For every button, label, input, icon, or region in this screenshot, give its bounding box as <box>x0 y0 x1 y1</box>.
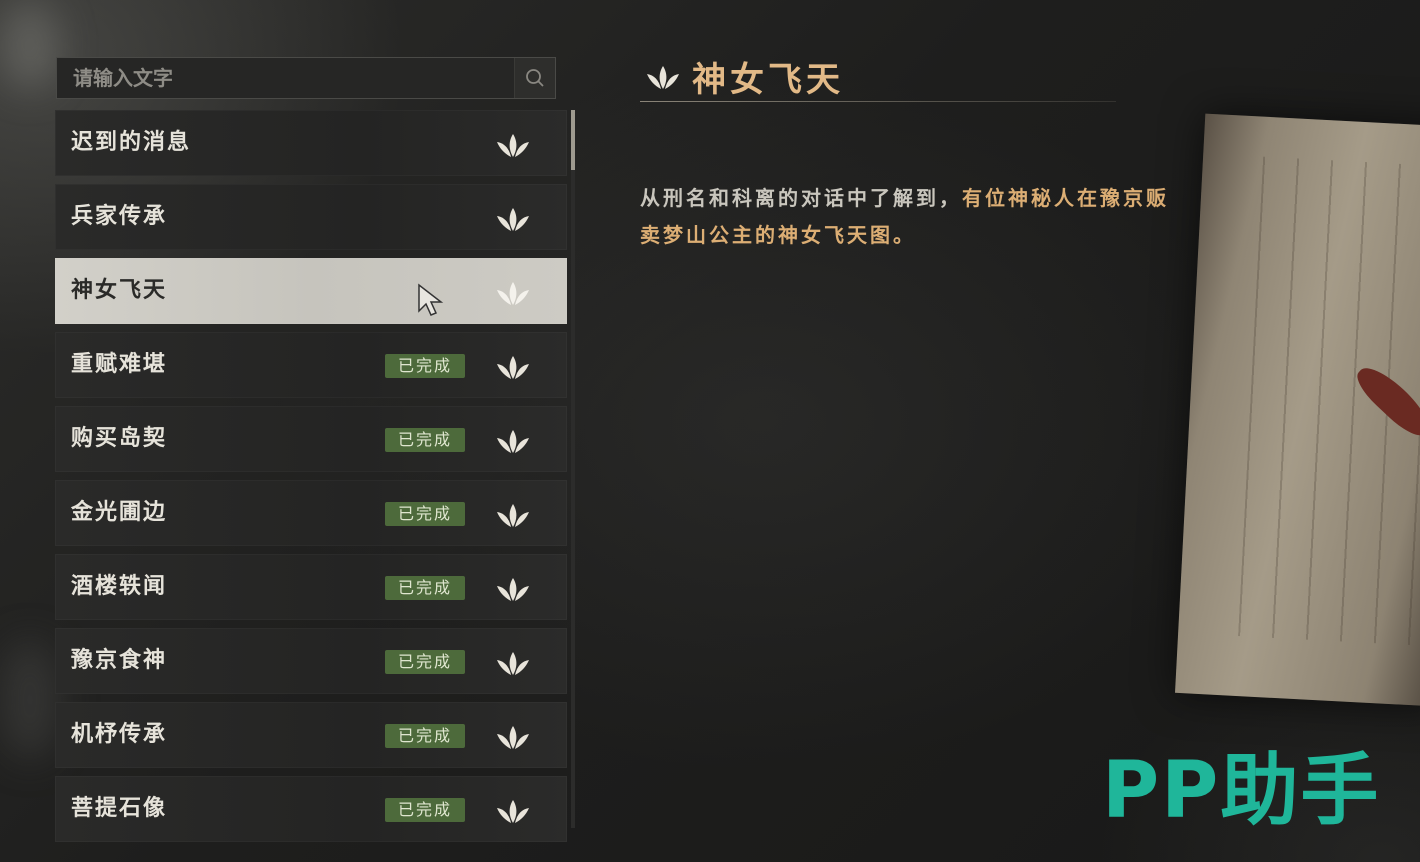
quest-name: 购买岛契 <box>71 426 168 451</box>
completed-badge: 已完成 <box>385 724 465 748</box>
quest-name: 兵家传承 <box>71 204 168 229</box>
quest-item[interactable]: 金光圃边 已完成 <box>55 480 567 546</box>
lotus-leaf-icon <box>497 726 529 749</box>
quest-name: 金光圃边 <box>71 500 168 525</box>
ink-smudge <box>0 640 60 760</box>
lotus-leaf-icon <box>647 65 679 89</box>
search-button[interactable] <box>514 58 555 98</box>
quest-icon <box>495 796 531 830</box>
book-illustration <box>1175 113 1420 707</box>
completed-badge: 已完成 <box>385 428 465 452</box>
lotus-leaf-icon <box>497 430 529 453</box>
detail-title: 神女飞天 <box>692 60 844 100</box>
detail-description: 从刑名和科离的对话中了解到，有位神秘人在豫京贩卖梦山公主的神女飞天图。 <box>640 180 1180 254</box>
quest-icon <box>495 722 531 756</box>
quest-item[interactable]: 豫京食神 已完成 <box>55 628 567 694</box>
quest-list-scrollbar[interactable] <box>571 110 575 828</box>
search-icon <box>526 69 544 87</box>
quest-item[interactable]: 购买岛契 已完成 <box>55 406 567 472</box>
quest-list: 迟到的消息 兵家传承 神女飞天 重赋难堪 已完成 购买岛契 已完成 金光圃边 已完成 酒楼轶闻 已完… <box>55 110 567 850</box>
lotus-leaf-icon <box>497 800 529 823</box>
completed-badge: 已完成 <box>385 354 465 378</box>
lotus-leaf-icon <box>497 652 529 675</box>
lotus-leaf-icon <box>497 504 529 527</box>
title-divider <box>640 101 1116 102</box>
completed-badge: 已完成 <box>385 576 465 600</box>
completed-badge: 已完成 <box>385 798 465 822</box>
quest-item[interactable]: 菩提石像 已完成 <box>55 776 567 842</box>
scroll-thumb[interactable] <box>571 110 575 170</box>
quest-name: 菩提石像 <box>71 796 168 821</box>
quest-icon <box>495 648 531 682</box>
detail-header: 神女飞天 <box>644 52 844 101</box>
lotus-leaf-icon <box>497 134 529 157</box>
quest-item[interactable]: 神女飞天 <box>55 258 567 324</box>
quest-name: 酒楼轶闻 <box>71 574 168 599</box>
book-ribbon <box>1350 359 1420 443</box>
quest-icon <box>495 352 531 386</box>
quest-icon <box>495 204 531 238</box>
lotus-leaf-icon <box>497 282 529 305</box>
quest-name: 机杼传承 <box>71 722 168 747</box>
quest-icon <box>495 500 531 534</box>
watermark-logo: PP助手 <box>1102 746 1381 836</box>
quest-item[interactable]: 酒楼轶闻 已完成 <box>55 554 567 620</box>
quest-name: 豫京食神 <box>71 648 168 673</box>
quest-item[interactable]: 重赋难堪 已完成 <box>55 332 567 398</box>
lotus-leaf-icon <box>497 356 529 379</box>
completed-badge: 已完成 <box>385 650 465 674</box>
mouse-cursor-icon <box>418 283 444 316</box>
quest-icon <box>495 130 531 164</box>
search-input[interactable] <box>57 57 514 99</box>
quest-name: 迟到的消息 <box>71 130 192 155</box>
quest-icon <box>495 278 531 312</box>
quest-name: 神女飞天 <box>71 278 168 303</box>
quest-icon <box>495 426 531 460</box>
quest-item[interactable]: 兵家传承 <box>55 184 567 250</box>
lotus-leaf-icon <box>497 578 529 601</box>
completed-badge: 已完成 <box>385 502 465 526</box>
ink-smudge <box>0 0 60 90</box>
quest-item[interactable]: 机杼传承 已完成 <box>55 702 567 768</box>
quest-item[interactable]: 迟到的消息 <box>55 110 567 176</box>
lotus-leaf-icon <box>497 208 529 231</box>
quest-name: 重赋难堪 <box>71 352 168 377</box>
description-text: 从刑名和科离的对话中了解到， <box>640 186 962 210</box>
search-bar <box>56 57 556 99</box>
quest-icon <box>495 574 531 608</box>
